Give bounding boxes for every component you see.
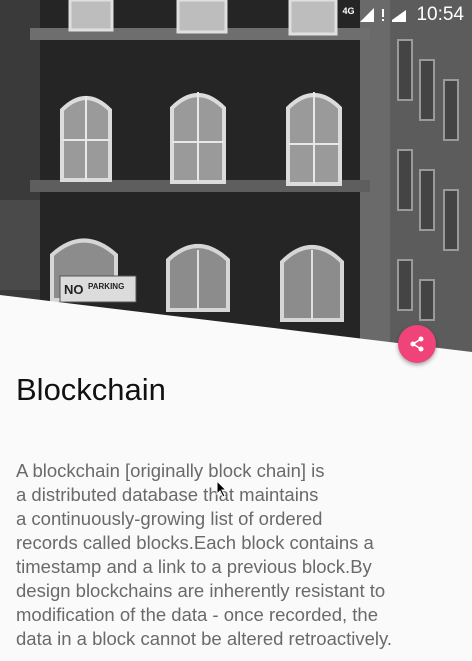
body-line: design blockchains are inherently resist… [16, 580, 386, 601]
sign-no: NO [64, 282, 84, 297]
body-line: modification of the data - once recorded… [16, 604, 378, 625]
mouse-cursor-icon [216, 480, 228, 498]
battery-icon [392, 10, 407, 22]
building-photo: NO PARKING [0, 0, 472, 360]
status-bar: 4G 10:54 [0, 0, 472, 30]
signal-icon [360, 8, 375, 22]
body-line: records called blocks.Each block contain… [16, 532, 374, 553]
sign-parking: PARKING [88, 282, 124, 291]
header-image: NO PARKING [0, 0, 472, 360]
clock: 10:54 [416, 4, 464, 25]
body-line: a continuously-growing list of ordered [16, 508, 323, 529]
share-button[interactable] [398, 325, 436, 363]
body-line: timestamp and a link to a previous block… [16, 556, 372, 577]
alert-icon [382, 9, 385, 21]
article-title: Blockchain [16, 372, 166, 407]
share-icon [410, 336, 424, 352]
body-line: data in a block cannot be altered retroa… [16, 628, 393, 649]
network-type: 4G [342, 6, 355, 16]
